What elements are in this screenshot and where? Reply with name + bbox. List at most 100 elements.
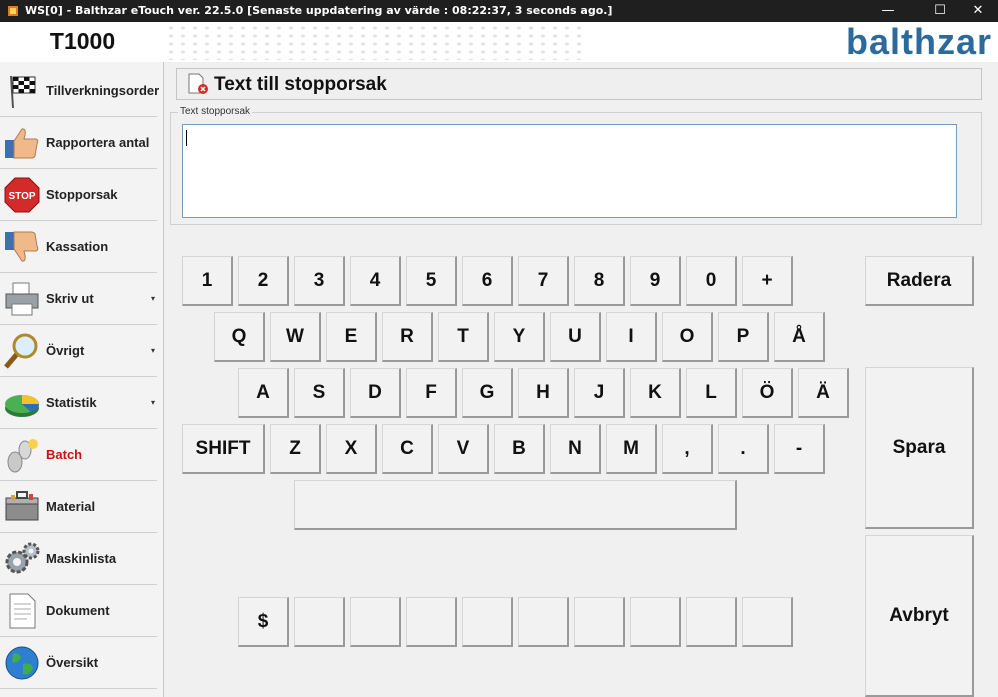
key-blank[interactable] bbox=[686, 597, 737, 647]
sidebar-item-kassation[interactable]: Kassation bbox=[0, 220, 157, 273]
key-u[interactable]: U bbox=[550, 312, 601, 362]
key-5[interactable]: 5 bbox=[406, 256, 457, 306]
key-n[interactable]: N bbox=[550, 424, 601, 474]
key-6[interactable]: 6 bbox=[462, 256, 513, 306]
text-caret bbox=[186, 130, 187, 146]
key-4[interactable]: 4 bbox=[350, 256, 401, 306]
key-blank[interactable] bbox=[574, 597, 625, 647]
stop-sign-icon: STOP bbox=[4, 177, 40, 213]
key-space[interactable] bbox=[294, 480, 737, 530]
key-y[interactable]: Y bbox=[494, 312, 545, 362]
key-i[interactable]: I bbox=[606, 312, 657, 362]
key-r[interactable]: R bbox=[382, 312, 433, 362]
chevron-down-icon: ▾ bbox=[150, 398, 155, 407]
sidebar: Tillverkningsorder Rapportera antal STOP… bbox=[0, 62, 164, 697]
sidebar-item-rapportera-antal[interactable]: Rapportera antal bbox=[0, 116, 157, 169]
app-icon bbox=[8, 6, 18, 16]
key-0[interactable]: 0 bbox=[686, 256, 737, 306]
key-d[interactable]: D bbox=[350, 368, 401, 418]
key-blank[interactable] bbox=[630, 597, 681, 647]
svg-text:STOP: STOP bbox=[8, 191, 35, 202]
key-blank[interactable] bbox=[350, 597, 401, 647]
sidebar-item-label: Dokument bbox=[46, 602, 110, 618]
delete-button[interactable]: Radera bbox=[865, 256, 974, 306]
key-m[interactable]: M bbox=[606, 424, 657, 474]
key-comma[interactable]: , bbox=[662, 424, 713, 474]
globe-icon bbox=[5, 646, 39, 680]
sidebar-item-batch[interactable]: Batch bbox=[0, 428, 157, 481]
key-c[interactable]: C bbox=[382, 424, 433, 474]
key-t[interactable]: T bbox=[438, 312, 489, 362]
printer-icon bbox=[5, 282, 39, 316]
key-shift[interactable]: SHIFT bbox=[182, 424, 265, 474]
key-a[interactable]: A bbox=[238, 368, 289, 418]
sidebar-item-label: Tillverkningsorder bbox=[46, 82, 160, 98]
key-period[interactable]: . bbox=[718, 424, 769, 474]
sidebar-item-material[interactable]: Material bbox=[0, 480, 157, 533]
magnifier-icon bbox=[4, 333, 38, 369]
key-x[interactable]: X bbox=[326, 424, 377, 474]
key-z[interactable]: Z bbox=[270, 424, 321, 474]
sidebar-item-label: Översikt bbox=[46, 654, 99, 670]
sidebar-item-ovrigt[interactable]: Övrigt ▾ bbox=[0, 324, 157, 377]
key-blank[interactable] bbox=[518, 597, 569, 647]
key-blank[interactable] bbox=[462, 597, 513, 647]
sidebar-item-label: Material bbox=[46, 498, 96, 514]
group-label: Text stopporsak bbox=[178, 106, 253, 117]
key-dollar[interactable]: $ bbox=[238, 597, 289, 647]
key-h[interactable]: H bbox=[518, 368, 569, 418]
balthzar-logo: balthzar bbox=[845, 21, 992, 62]
sidebar-item-skriv-ut[interactable]: Skriv ut ▾ bbox=[0, 272, 157, 325]
thumbs-up-icon bbox=[5, 128, 39, 159]
key-k[interactable]: K bbox=[630, 368, 681, 418]
key-o[interactable]: O bbox=[662, 312, 713, 362]
sidebar-item-label: Rapportera antal bbox=[46, 134, 150, 150]
key-minus[interactable]: - bbox=[774, 424, 825, 474]
key-1[interactable]: 1 bbox=[182, 256, 233, 306]
chevron-down-icon: ▾ bbox=[150, 294, 155, 303]
key-j[interactable]: J bbox=[574, 368, 625, 418]
sidebar-item-tillverkningsorder[interactable]: Tillverkningsorder bbox=[0, 64, 160, 117]
key-plus[interactable]: + bbox=[742, 256, 793, 306]
sidebar-item-statistik[interactable]: Statistik ▾ bbox=[0, 376, 157, 429]
sidebar-item-oversikt[interactable]: Översikt bbox=[0, 636, 157, 689]
key-3[interactable]: 3 bbox=[294, 256, 345, 306]
key-7[interactable]: 7 bbox=[518, 256, 569, 306]
footprints-icon bbox=[7, 439, 38, 473]
sidebar-item-stopporsak[interactable]: STOP Stopporsak bbox=[0, 168, 157, 221]
header-strip: T1000 balthzar bbox=[0, 22, 998, 62]
document-error-icon bbox=[188, 73, 208, 94]
chevron-down-icon: ▾ bbox=[150, 346, 155, 355]
key-l[interactable]: L bbox=[686, 368, 737, 418]
key-f[interactable]: F bbox=[406, 368, 457, 418]
key-q[interactable]: Q bbox=[214, 312, 265, 362]
key-p[interactable]: P bbox=[718, 312, 769, 362]
key-9[interactable]: 9 bbox=[630, 256, 681, 306]
key-o-umlaut[interactable]: Ö bbox=[742, 368, 793, 418]
sidebar-item-maskinlista[interactable]: Maskinlista bbox=[0, 532, 157, 585]
key-a-ring[interactable]: Å bbox=[774, 312, 825, 362]
key-e[interactable]: E bbox=[326, 312, 377, 362]
key-w[interactable]: W bbox=[270, 312, 321, 362]
key-2[interactable]: 2 bbox=[238, 256, 289, 306]
key-s[interactable]: S bbox=[294, 368, 345, 418]
key-blank[interactable] bbox=[406, 597, 457, 647]
thumbs-down-icon bbox=[5, 231, 39, 262]
stop-reason-text-input[interactable] bbox=[182, 124, 957, 218]
key-8[interactable]: 8 bbox=[574, 256, 625, 306]
key-g[interactable]: G bbox=[462, 368, 513, 418]
plant-label: T1000 bbox=[49, 28, 116, 54]
sidebar-item-dokument[interactable]: Dokument bbox=[0, 584, 157, 637]
key-b[interactable]: B bbox=[494, 424, 545, 474]
sidebar-item-label: Batch bbox=[46, 446, 83, 462]
save-button[interactable]: Spara bbox=[865, 367, 974, 529]
cancel-button[interactable]: Avbryt bbox=[865, 535, 974, 697]
key-blank[interactable] bbox=[742, 597, 793, 647]
minimize-button[interactable]: — bbox=[866, 0, 910, 22]
document-icon bbox=[9, 593, 36, 629]
key-a-umlaut[interactable]: Ä bbox=[798, 368, 849, 418]
key-v[interactable]: V bbox=[438, 424, 489, 474]
sidebar-item-label: Maskinlista bbox=[46, 550, 117, 566]
key-blank[interactable] bbox=[294, 597, 345, 647]
close-button[interactable]: ✕ bbox=[956, 0, 998, 22]
